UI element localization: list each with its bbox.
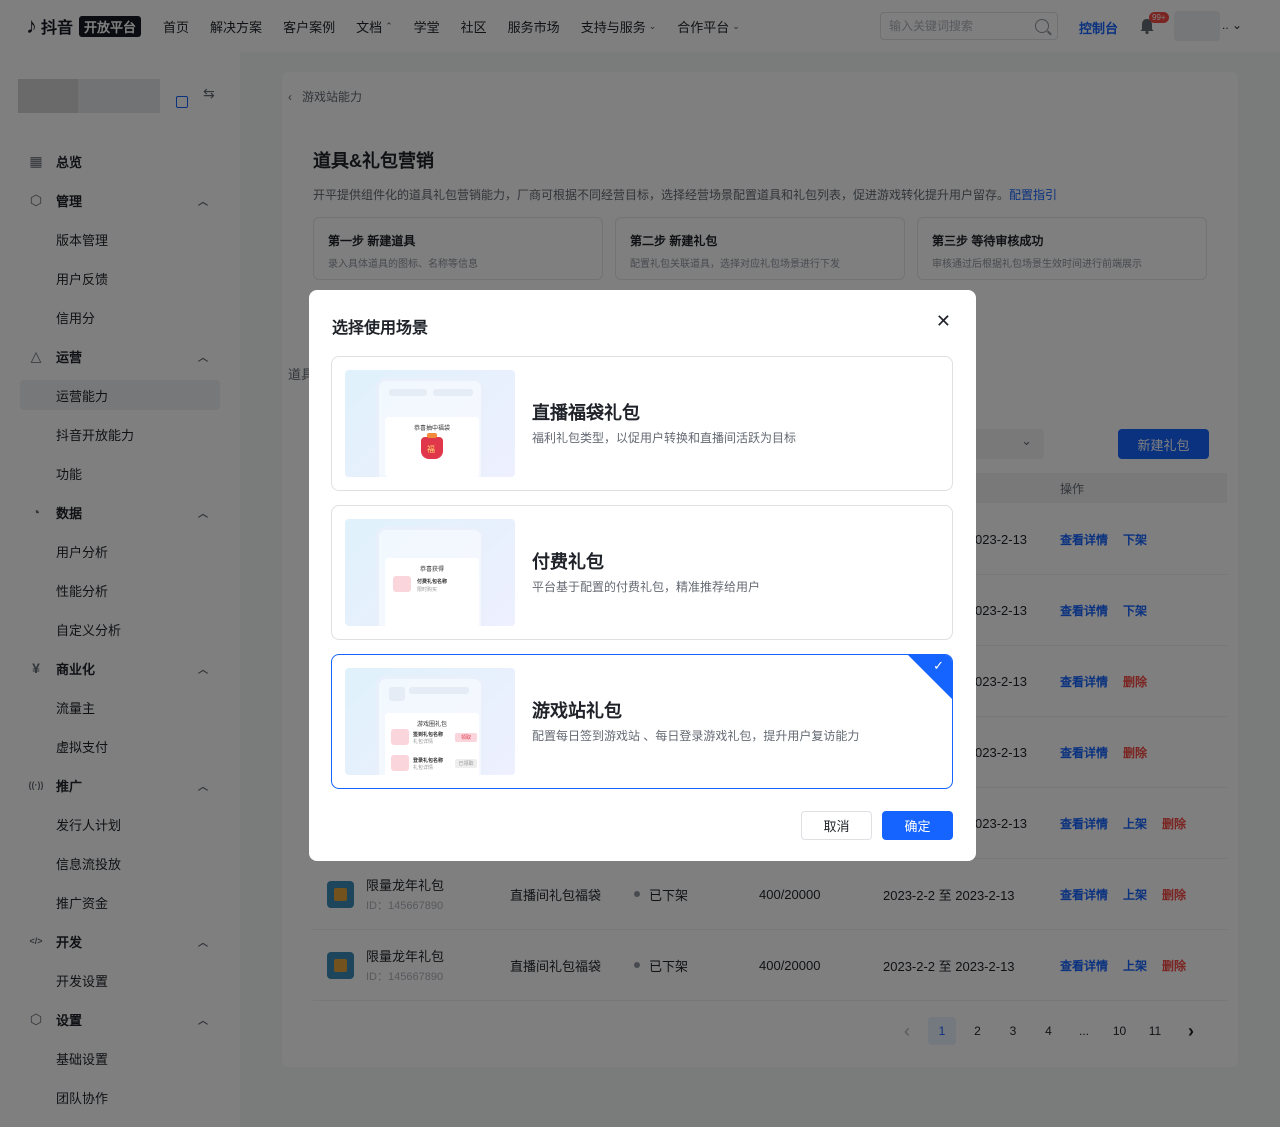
scene-option-game-station-gift[interactable]: 游戏圈礼包 签到礼包名称 礼包详情 领取 登录礼包名称 礼包详情 已领取 游戏站… — [331, 654, 953, 789]
scene-name: 直播福袋礼包 — [532, 403, 640, 423]
scene-select-modal: 选择使用场景 ✕ 恭喜抽中福袋 福 直播福袋礼包 福利礼包类型，以促用户转换和直… — [309, 290, 976, 861]
scene-preview-image: 游戏圈礼包 签到礼包名称 礼包详情 领取 登录礼包名称 礼包详情 已领取 — [345, 668, 515, 775]
scene-option-paid-gift[interactable]: 恭喜获得 付费礼包名称 限时购买 付费礼包 平台基于配置的付费礼包，精准推荐给用… — [331, 505, 953, 640]
check-icon: ✓ — [933, 658, 944, 673]
scene-description: 配置每日签到游戏站 、每日登录游戏礼包，提升用户复访能力 — [532, 729, 860, 743]
cancel-button[interactable]: 取消 — [801, 811, 872, 840]
confirm-button[interactable]: 确定 — [882, 811, 953, 840]
scene-option-live-lucky-bag[interactable]: 恭喜抽中福袋 福 直播福袋礼包 福利礼包类型，以促用户转换和直播间活跃为目标 — [331, 356, 953, 491]
scene-name: 游戏站礼包 — [532, 701, 622, 721]
lucky-bag-icon: 福 — [421, 433, 443, 459]
scene-description: 平台基于配置的付费礼包，精准推荐给用户 — [532, 580, 761, 594]
scene-description: 福利礼包类型，以促用户转换和直播间活跃为目标 — [532, 431, 797, 445]
close-icon[interactable]: ✕ — [936, 311, 951, 332]
scene-name: 付费礼包 — [532, 552, 604, 572]
selected-corner — [908, 655, 952, 699]
gift-icon — [393, 576, 411, 592]
scene-preview-image: 恭喜抽中福袋 福 — [345, 370, 515, 477]
scene-preview-image: 恭喜获得 付费礼包名称 限时购买 — [345, 519, 515, 626]
modal-title: 选择使用场景 — [332, 320, 429, 337]
